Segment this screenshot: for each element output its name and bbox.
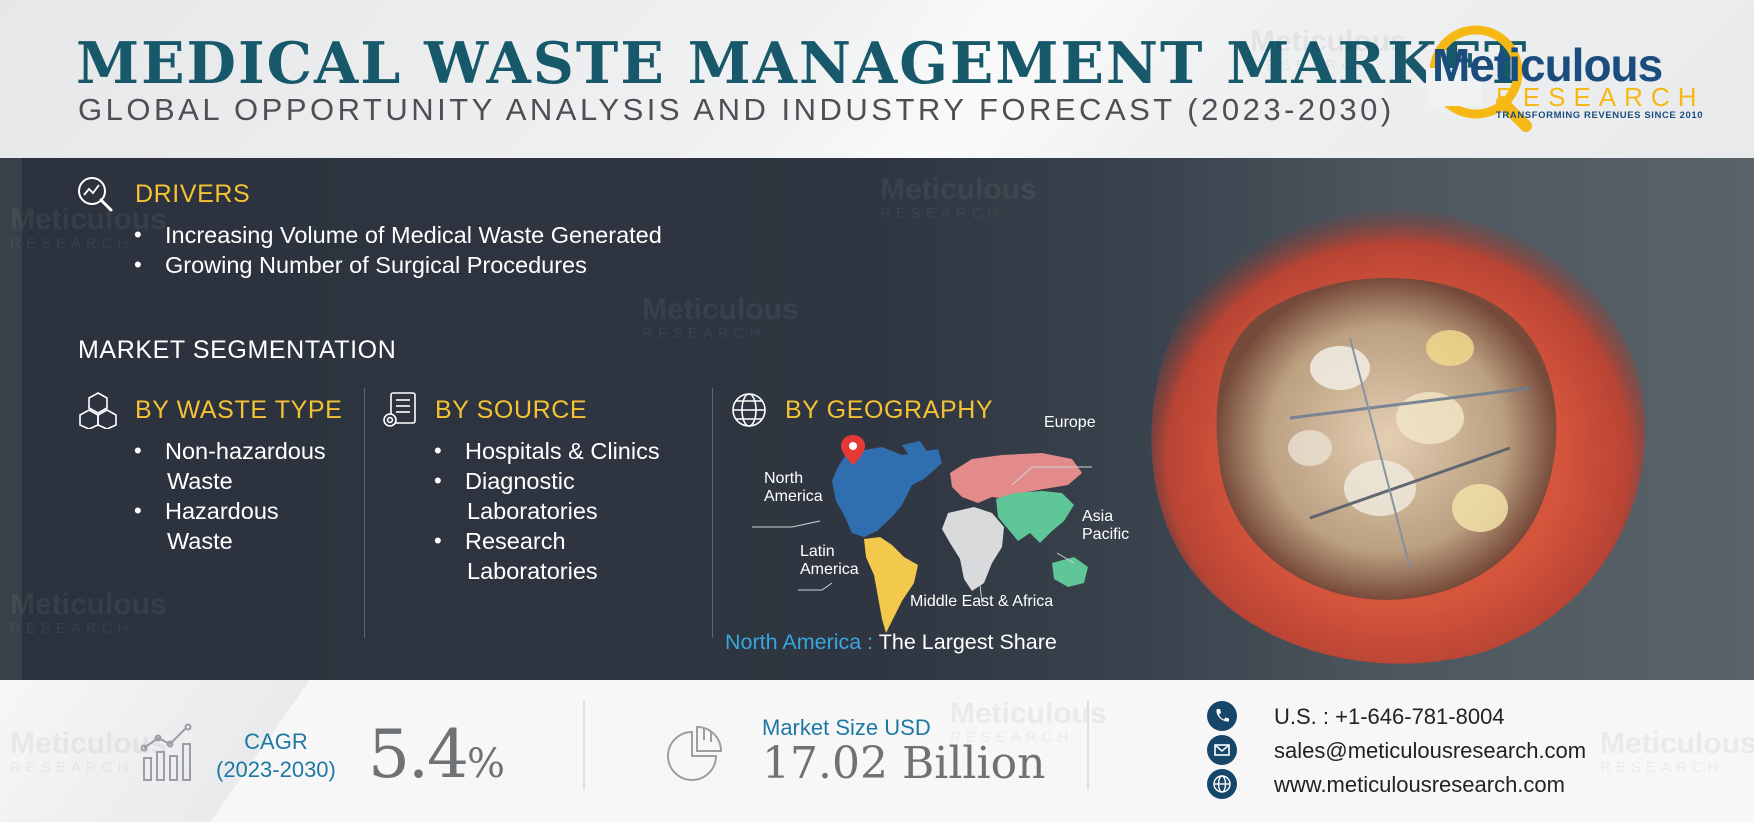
contact-phone: U.S. : +1-646-781-8004 (1274, 704, 1505, 729)
largest-share-text: The Largest Share (873, 630, 1057, 654)
cubes-icon (79, 392, 117, 429)
list-item: Increasing Volume of Medical Waste Gener… (134, 220, 662, 250)
list-item: Growing Number of Surgical Procedures (134, 250, 662, 280)
market-size-value: 17.02 Billion (762, 738, 1046, 789)
waste-type-list: Non-hazardousWaste HazardousWaste (134, 436, 326, 556)
map-label-north-america: North America (764, 470, 823, 505)
footer-stats: Meticulous RESEARCH Meticulous RESEARCH Me… (0, 680, 1754, 822)
logo-tagline: TRANSFORMING REVENUES SINCE 2010 (1496, 110, 1704, 121)
cagr-label: CAGR (2023-2030) (216, 729, 336, 782)
pie-chart-icon (667, 725, 723, 781)
column-divider (364, 388, 365, 638)
list-item: HazardousWaste (134, 496, 326, 556)
source-heading: BY SOURCE (435, 396, 588, 424)
list-item: DiagnosticLaboratories (434, 466, 660, 526)
medical-waste-bag-image (1151, 206, 1646, 664)
page-subtitle: GLOBAL OPPORTUNITY ANALYSIS AND INDUSTRY… (78, 92, 1395, 127)
header-banner: MEDICAL WASTE MANAGEMENT MARKET GLOBAL O… (0, 0, 1754, 158)
map-label-europe: Europe (1044, 414, 1096, 431)
segmentation-heading: MARKET SEGMENTATION (78, 336, 397, 364)
logo-sub-text: RESEARCH (1496, 82, 1705, 112)
phone-icon (1207, 701, 1237, 731)
brand-logo: Meticulous RESEARCH TRANSFORMING REVENUE… (1418, 22, 1704, 136)
watermark: Meticulous RESEARCH (642, 293, 799, 343)
footer-divider (583, 700, 585, 790)
north-america-region (832, 447, 942, 537)
map-label-asia-pacific: Asia Pacific (1082, 508, 1130, 543)
largest-share-note: North America : The Largest Share (725, 630, 1057, 655)
drivers-heading: DRIVERS (135, 180, 251, 208)
map-label-latin-america: Latin America (800, 543, 859, 578)
growth-chart-icon (140, 723, 192, 781)
globe-icon (1207, 769, 1237, 799)
drivers-list: Increasing Volume of Medical Waste Gener… (134, 220, 662, 280)
geography-heading: BY GEOGRAPHY (785, 396, 994, 424)
watermark: Meticulous RESEARCH (880, 173, 1037, 223)
map-label-mea: Middle East & Africa (910, 593, 1054, 610)
list-item: Hospitals & Clinics (434, 436, 660, 466)
watermark: Meticulous RESEARCH (1600, 727, 1754, 777)
document-gear-icon (383, 392, 416, 427)
asia-pacific-region (996, 491, 1074, 543)
list-item: Non-hazardousWaste (134, 436, 326, 496)
infographic: MEDICAL WASTE MANAGEMENT MARKET GLOBAL O… (0, 0, 1754, 822)
watermark: Meticulous RESEARCH (10, 588, 167, 638)
magnifier-chart-icon (78, 177, 113, 212)
africa-region (942, 507, 1004, 591)
main-panel: Meticulous RESEARCH Meticulous RESEARCH Me… (0, 158, 1754, 680)
cagr-value: 5.4% (368, 716, 505, 793)
contact-website[interactable]: www.meticulousresearch.com (1274, 772, 1565, 798)
source-list: Hospitals & Clinics DiagnosticLaboratori… (434, 436, 660, 586)
email-icon (1207, 735, 1237, 765)
largest-region: North America : (725, 630, 874, 654)
column-divider (712, 388, 713, 638)
waste-type-heading: BY WASTE TYPE (135, 396, 343, 424)
footer-divider (1087, 700, 1089, 790)
list-item: ResearchLaboratories (434, 526, 660, 586)
contact-email[interactable]: sales@meticulousresearch.com (1274, 738, 1586, 764)
watermark: Meticulous RESEARCH (1250, 25, 1407, 75)
globe-icon (732, 393, 766, 427)
latin-america-region (864, 537, 918, 633)
